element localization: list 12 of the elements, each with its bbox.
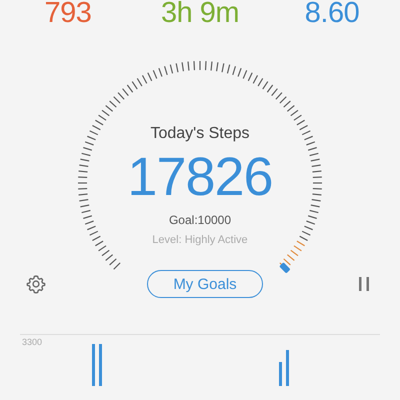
- stat-value: 793: [44, 0, 92, 28]
- axis-label: 3300: [22, 337, 44, 347]
- settings-icon[interactable]: [26, 274, 46, 294]
- activity-level: Level: Highly Active: [152, 233, 248, 247]
- my-goals-button[interactable]: My Goals: [147, 270, 263, 298]
- pause-icon[interactable]: [358, 276, 370, 292]
- gauge-title: Today's Steps: [150, 124, 250, 144]
- step-count: 17826: [127, 146, 273, 208]
- stat-value: 3h 9m: [160, 0, 240, 28]
- stat-value: 8.60: [304, 0, 360, 28]
- progress-marker: [279, 262, 290, 274]
- goal-text: Goal:10000: [168, 212, 232, 228]
